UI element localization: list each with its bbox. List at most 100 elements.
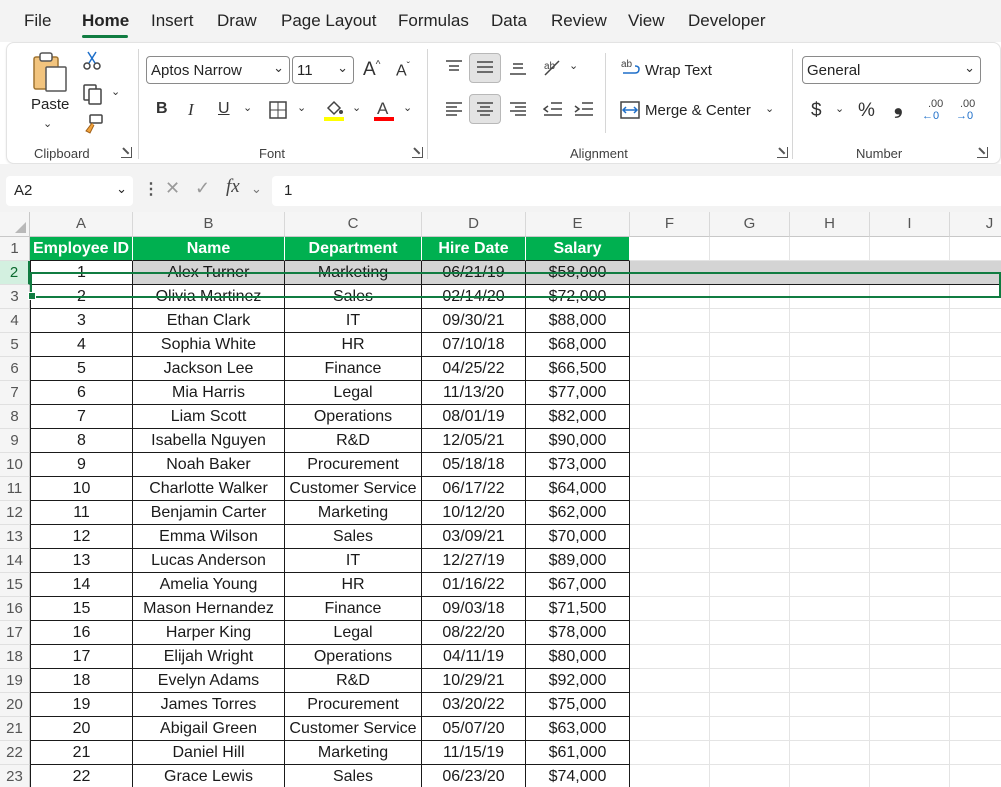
tab-file[interactable]: File (24, 11, 51, 31)
table-cell[interactable]: $80,000 (526, 645, 630, 669)
table-cell[interactable]: Finance (285, 357, 422, 381)
borders-dropdown-icon[interactable]: ⌄ (297, 101, 306, 114)
table-cell[interactable]: R&D (285, 669, 422, 693)
orientation-icon[interactable]: ab (542, 57, 564, 79)
table-cell[interactable]: $61,000 (526, 741, 630, 765)
shrink-font-icon[interactable]: Aˇ (396, 62, 410, 79)
table-cell[interactable]: 07/10/18 (422, 333, 526, 357)
tab-insert[interactable]: Insert (151, 11, 194, 31)
row-header-22[interactable]: 22 (0, 741, 30, 765)
table-cell[interactable]: Grace Lewis (133, 765, 285, 787)
align-right-icon[interactable] (509, 101, 527, 117)
row-header-16[interactable]: 16 (0, 597, 30, 621)
table-header-cell[interactable]: Hire Date (422, 237, 526, 261)
table-cell[interactable]: $73,000 (526, 453, 630, 477)
table-cell[interactable]: 08/01/19 (422, 405, 526, 429)
table-header-cell[interactable]: Department (285, 237, 422, 261)
table-cell[interactable]: 3 (30, 309, 133, 333)
row-header-11[interactable]: 11 (0, 477, 30, 501)
name-box[interactable]: A2 ⌄ (6, 176, 133, 206)
merge-center-icon[interactable] (620, 101, 640, 119)
underline-button[interactable]: U (218, 101, 230, 117)
tab-view[interactable]: View (628, 11, 665, 31)
table-cell[interactable]: Legal (285, 381, 422, 405)
font-color-dropdown-icon[interactable]: ⌄ (403, 101, 412, 114)
copy-icon[interactable] (82, 83, 104, 105)
table-cell[interactable]: 05/18/18 (422, 453, 526, 477)
table-cell[interactable]: $88,000 (526, 309, 630, 333)
comma-style-button[interactable]: ❟ (894, 95, 903, 117)
table-cell[interactable]: Customer Service (285, 717, 422, 741)
table-cell[interactable]: 11 (30, 501, 133, 525)
top-align-icon[interactable] (445, 59, 463, 75)
column-header-d[interactable]: D (422, 212, 526, 237)
row-header-20[interactable]: 20 (0, 693, 30, 717)
table-cell[interactable]: 02/14/20 (422, 285, 526, 309)
table-cell[interactable]: 5 (30, 357, 133, 381)
table-cell[interactable]: Noah Baker (133, 453, 285, 477)
table-cell[interactable]: Procurement (285, 453, 422, 477)
table-cell[interactable]: 4 (30, 333, 133, 357)
row-header-19[interactable]: 19 (0, 669, 30, 693)
table-cell[interactable]: 20 (30, 717, 133, 741)
percent-button[interactable]: % (858, 101, 875, 120)
table-cell[interactable]: $75,000 (526, 693, 630, 717)
table-cell[interactable]: Procurement (285, 693, 422, 717)
column-header-c[interactable]: C (285, 212, 422, 237)
column-header-h[interactable]: H (790, 212, 870, 237)
column-header-a[interactable]: A (30, 212, 133, 237)
column-header-i[interactable]: I (870, 212, 950, 237)
decrease-decimal-button[interactable]: .00 →0 (956, 98, 982, 124)
font-size-select[interactable]: 11 ⌄ (292, 56, 354, 84)
table-cell[interactable]: Operations (285, 405, 422, 429)
table-cell[interactable]: Elijah Wright (133, 645, 285, 669)
table-cell[interactable]: Sales (285, 765, 422, 787)
table-cell[interactable]: 04/25/22 (422, 357, 526, 381)
chevron-down-icon[interactable]: ⌄ (251, 181, 262, 197)
enter-icon[interactable]: ✓ (195, 178, 210, 199)
table-cell[interactable]: $70,000 (526, 525, 630, 549)
table-cell[interactable]: 6 (30, 381, 133, 405)
table-cell[interactable]: 10/12/20 (422, 501, 526, 525)
row-header-15[interactable]: 15 (0, 573, 30, 597)
table-cell[interactable]: 05/07/20 (422, 717, 526, 741)
table-cell[interactable]: Sales (285, 525, 422, 549)
orientation-dropdown-icon[interactable]: ⌄ (569, 59, 578, 72)
table-cell[interactable]: 06/21/19 (422, 261, 526, 285)
table-cell[interactable]: 15 (30, 597, 133, 621)
table-cell[interactable]: Lucas Anderson (133, 549, 285, 573)
currency-button[interactable]: $ (811, 101, 822, 120)
clipboard-launcher-icon[interactable] (121, 147, 132, 158)
tab-draw[interactable]: Draw (217, 11, 257, 31)
currency-dropdown-icon[interactable]: ⌄ (835, 102, 844, 115)
table-cell[interactable]: Mia Harris (133, 381, 285, 405)
column-header-e[interactable]: E (526, 212, 630, 237)
table-cell[interactable]: 13 (30, 549, 133, 573)
table-cell[interactable]: $68,000 (526, 333, 630, 357)
row-header-10[interactable]: 10 (0, 453, 30, 477)
tab-developer[interactable]: Developer (688, 11, 766, 31)
table-cell[interactable]: 14 (30, 573, 133, 597)
align-center-button[interactable] (469, 94, 501, 124)
row-header-12[interactable]: 12 (0, 501, 30, 525)
table-cell[interactable]: 06/23/20 (422, 765, 526, 787)
merge-center-dropdown-icon[interactable]: ⌄ (765, 102, 774, 115)
table-cell[interactable]: Alex Turner (133, 261, 285, 285)
table-cell[interactable]: 17 (30, 645, 133, 669)
table-cell[interactable]: 09/03/18 (422, 597, 526, 621)
table-cell[interactable]: $64,000 (526, 477, 630, 501)
row-header-14[interactable]: 14 (0, 549, 30, 573)
number-launcher-icon[interactable] (977, 147, 988, 158)
tab-data[interactable]: Data (491, 11, 527, 31)
table-cell[interactable]: $82,000 (526, 405, 630, 429)
table-cell[interactable]: Olivia Martinez (133, 285, 285, 309)
fill-color-dropdown-icon[interactable]: ⌄ (352, 101, 361, 114)
table-cell[interactable]: Harper King (133, 621, 285, 645)
table-cell[interactable]: Operations (285, 645, 422, 669)
alignment-launcher-icon[interactable] (777, 147, 788, 158)
table-cell[interactable]: $72,000 (526, 285, 630, 309)
paste-button[interactable]: Paste (31, 96, 69, 113)
tab-review[interactable]: Review (551, 11, 607, 31)
row-header-9[interactable]: 9 (0, 429, 30, 453)
table-cell[interactable]: HR (285, 573, 422, 597)
